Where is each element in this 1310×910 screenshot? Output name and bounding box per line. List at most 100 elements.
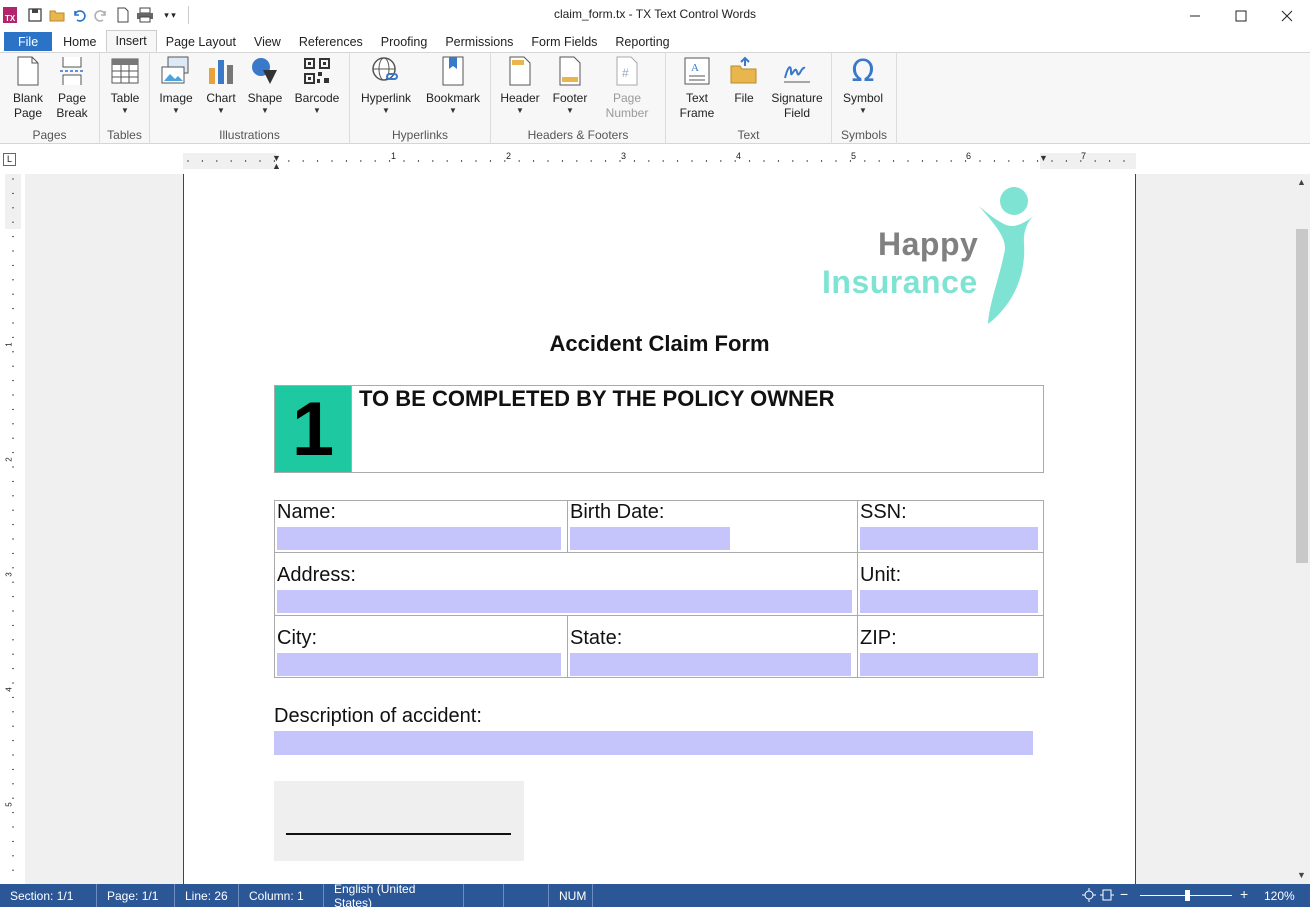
status-language[interactable]: English (United States) xyxy=(324,882,464,910)
zoom-level[interactable]: 120% xyxy=(1264,889,1295,903)
print-icon[interactable] xyxy=(134,4,156,26)
page-number-icon: # xyxy=(611,55,643,87)
horizontal-ruler[interactable]: 1 2 3 4 5 6 7 ▼ ▲ ▼ xyxy=(183,151,1136,171)
name-field[interactable] xyxy=(277,527,561,550)
ssn-field[interactable] xyxy=(860,527,1038,550)
text-frame-button[interactable]: A Text Frame xyxy=(671,55,723,121)
text-frame-label: Text Frame xyxy=(679,91,715,120)
tab-permissions[interactable]: Permissions xyxy=(436,31,522,52)
name-label: Name: xyxy=(277,501,336,523)
vertical-ruler[interactable]: 1 2 3 4 5 xyxy=(0,174,25,884)
page-number-button[interactable]: # Page Number xyxy=(601,55,653,121)
fit-page-icon[interactable] xyxy=(1082,888,1096,902)
vertical-scrollbar[interactable]: ▲ ▼ xyxy=(1293,174,1310,884)
ruler-number: 2 xyxy=(4,457,14,462)
zip-label: ZIP: xyxy=(860,627,897,649)
header-button[interactable]: Header ▼ xyxy=(498,55,542,116)
scroll-up-icon[interactable]: ▲ xyxy=(1297,177,1306,187)
tab-form-fields[interactable]: Form Fields xyxy=(522,31,606,52)
footer-button[interactable]: Footer ▼ xyxy=(548,55,592,116)
blank-page-button[interactable]: Blank Page xyxy=(6,55,50,121)
tab-home[interactable]: Home xyxy=(54,31,105,52)
signature-box[interactable] xyxy=(274,781,524,861)
image-button[interactable]: Image ▼ xyxy=(154,55,198,116)
scroll-down-icon[interactable]: ▼ xyxy=(1297,870,1306,880)
address-field[interactable] xyxy=(277,590,852,613)
tab-page-layout[interactable]: Page Layout xyxy=(157,31,245,52)
symbol-button[interactable]: Ω Symbol ▼ xyxy=(840,55,886,116)
group-hyperlinks: Hyperlink ▼ Bookmark ▼ Hyperlinks xyxy=(350,53,491,144)
new-icon[interactable] xyxy=(112,4,134,26)
hyperlink-button[interactable]: Hyperlink ▼ xyxy=(357,55,415,116)
tab-file[interactable]: File xyxy=(4,32,53,51)
redo-icon[interactable] xyxy=(90,4,112,26)
document-page[interactable]: Happy Insurance Accident Claim Form 1 TO… xyxy=(183,174,1136,884)
header-dropdown-icon: ▼ xyxy=(516,106,524,115)
app-icon[interactable]: TX xyxy=(0,4,20,26)
dropdown-icon[interactable]: ▾ ▾ xyxy=(156,4,184,26)
barcode-dropdown-icon: ▼ xyxy=(313,106,321,115)
symbol-label: Symbol xyxy=(842,91,883,105)
chart-button[interactable]: Chart ▼ xyxy=(199,55,243,116)
open-icon[interactable] xyxy=(46,4,68,26)
status-line: Line: 26 xyxy=(175,884,239,907)
image-label: Image xyxy=(159,91,193,105)
tab-references[interactable]: References xyxy=(290,31,372,52)
tab-stop-selector-icon[interactable]: L xyxy=(3,153,16,166)
zoom-in-icon[interactable]: + xyxy=(1240,886,1248,902)
shape-label: Shape xyxy=(247,91,283,105)
file-button[interactable]: File xyxy=(722,55,766,106)
page-break-button[interactable]: Page Break xyxy=(50,55,94,121)
group-label-symbols: Symbols xyxy=(840,128,887,142)
signature-line xyxy=(286,833,511,835)
unit-field[interactable] xyxy=(860,590,1038,613)
file-label: File xyxy=(734,91,754,105)
right-indent-marker-icon[interactable]: ▼ xyxy=(1039,153,1048,163)
hyperlink-icon xyxy=(370,55,402,87)
zip-field[interactable] xyxy=(860,653,1038,676)
ruler-number: 1 xyxy=(4,342,14,347)
section-number: 1 xyxy=(275,386,351,472)
tab-proofing[interactable]: Proofing xyxy=(372,31,437,52)
barcode-label: Barcode xyxy=(294,91,340,105)
state-field[interactable] xyxy=(570,653,851,676)
tab-insert[interactable]: Insert xyxy=(105,30,157,52)
state-label: State: xyxy=(570,627,623,649)
chart-dropdown-icon: ▼ xyxy=(217,106,225,115)
table-button[interactable]: Table ▼ xyxy=(103,55,147,116)
bookmark-label: Bookmark xyxy=(425,91,481,105)
document-canvas[interactable]: Happy Insurance Accident Claim Form 1 TO… xyxy=(25,174,1293,884)
tab-view[interactable]: View xyxy=(245,31,290,52)
address-label: Address: xyxy=(277,564,356,586)
vertical-ruler-ticks xyxy=(12,178,14,871)
barcode-button[interactable]: Barcode ▼ xyxy=(293,55,341,116)
ruler-number: 2 xyxy=(506,151,512,161)
title-bar: claim_form.tx - TX Text Control Words TX… xyxy=(0,0,1310,31)
svg-text:#: # xyxy=(622,66,629,80)
zoom-out-icon[interactable]: − xyxy=(1120,886,1128,902)
undo-icon[interactable] xyxy=(68,4,90,26)
hanging-indent-marker-icon[interactable]: ▲ xyxy=(272,161,281,171)
status-empty-2 xyxy=(504,884,549,907)
zoom-slider-thumb[interactable] xyxy=(1185,890,1190,901)
status-column: Column: 1 xyxy=(239,884,324,907)
section-header-box: 1 TO BE COMPLETED BY THE POLICY OWNER xyxy=(274,385,1044,473)
minimize-icon[interactable] xyxy=(1172,0,1218,31)
chart-label: Chart xyxy=(206,91,236,105)
status-section: Section: 1/1 xyxy=(0,884,97,907)
svg-text:A: A xyxy=(691,62,699,74)
shape-button[interactable]: Shape ▼ xyxy=(243,55,287,116)
group-tables: Table ▼ Tables xyxy=(100,53,150,144)
signature-field-button[interactable]: Signature Field xyxy=(767,55,827,121)
description-field[interactable] xyxy=(274,731,1033,755)
bookmark-button[interactable]: Bookmark ▼ xyxy=(422,55,484,116)
tab-reporting[interactable]: Reporting xyxy=(606,31,678,52)
chart-icon xyxy=(205,55,237,87)
birth-date-field[interactable] xyxy=(570,527,730,550)
fit-width-icon[interactable] xyxy=(1100,888,1114,902)
save-icon[interactable] xyxy=(24,4,46,26)
maximize-icon[interactable] xyxy=(1218,0,1264,31)
scrollbar-thumb[interactable] xyxy=(1296,229,1308,563)
close-icon[interactable] xyxy=(1264,0,1310,31)
city-field[interactable] xyxy=(277,653,561,676)
